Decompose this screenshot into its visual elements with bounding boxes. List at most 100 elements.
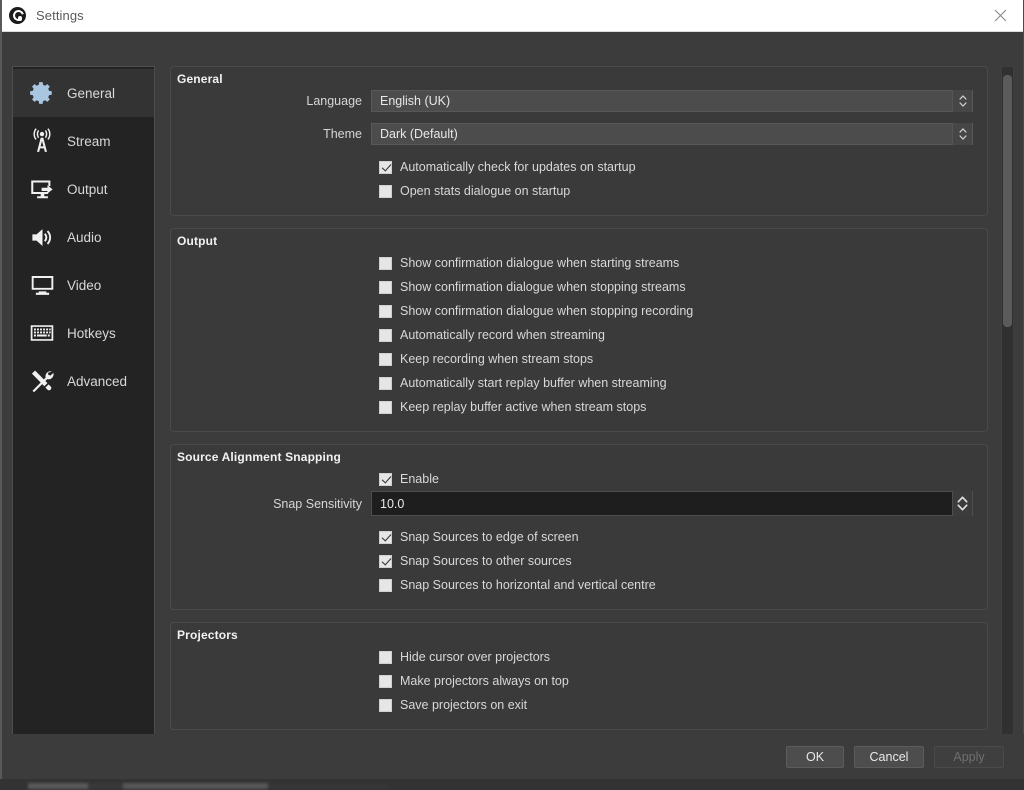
close-icon[interactable] — [977, 0, 1023, 31]
sidebar-item-label: General — [67, 85, 116, 101]
checkbox-row[interactable]: Automatically check for updates on start… — [185, 155, 973, 179]
sidebar-item-label: Output — [67, 181, 108, 197]
checkbox-unchecked-icon[interactable] — [379, 650, 392, 664]
settings-window: Settings General Stream Output Audio Video Ho… — [0, 0, 1024, 779]
group-title: Projectors — [177, 628, 238, 642]
combobox[interactable]: English (UK) — [371, 90, 973, 112]
checkbox-label: Automatically check for updates on start… — [400, 160, 636, 174]
spinbox-value: 10.0 — [380, 496, 405, 511]
form-row: Theme Dark (Default) — [185, 122, 973, 146]
combobox[interactable]: Dark (Default) — [371, 123, 973, 145]
sidebar-item-stream[interactable]: Stream — [13, 117, 154, 165]
checkbox-row[interactable]: Enable — [185, 467, 973, 491]
checkbox-unchecked-icon[interactable] — [379, 698, 392, 712]
checkbox-label: Open stats dialogue on startup — [400, 184, 571, 198]
sidebar-item-hotkeys[interactable]: Hotkeys — [13, 309, 154, 357]
form-row: Language English (UK) — [185, 89, 973, 113]
dialog-body: General Stream Output Audio Video Hotkeys Adva… — [2, 32, 1023, 779]
checkbox-row[interactable]: Make projectors always on top — [185, 669, 973, 693]
form-row: Snap Sensitivity 10.0 — [185, 491, 973, 516]
speaker-icon — [25, 222, 59, 252]
broadcast-icon — [25, 126, 59, 156]
checkbox-label: Make projectors always on top — [400, 674, 569, 688]
tools-icon — [25, 366, 59, 396]
window-title: Settings — [36, 8, 84, 23]
checkbox-row[interactable]: Keep recording when stream stops — [185, 347, 973, 371]
checkbox-unchecked-icon[interactable] — [379, 376, 392, 390]
checkbox-row[interactable]: Hide cursor over projectors — [185, 645, 973, 669]
checkbox-row[interactable]: Show confirmation dialogue when stopping… — [185, 275, 973, 299]
checkbox-label: Hide cursor over projectors — [400, 650, 551, 664]
group-title: Output — [177, 234, 218, 248]
checkbox-label: Save projectors on exit — [400, 698, 528, 712]
sidebar-item-label: Audio — [67, 229, 102, 245]
keyboard-icon — [25, 318, 59, 348]
content-scrollbar[interactable] — [1001, 66, 1014, 778]
sidebar-item-label: Hotkeys — [67, 325, 116, 341]
checkbox-row[interactable]: Automatically record when streaming — [185, 323, 973, 347]
desktop-bottom-strip — [0, 779, 1024, 790]
checkbox-unchecked-icon[interactable] — [379, 304, 392, 318]
checkbox-unchecked-icon[interactable] — [379, 280, 392, 294]
combobox-updown-icon[interactable] — [952, 90, 972, 112]
combobox-value: English (UK) — [380, 94, 451, 108]
checkbox-checked-icon[interactable] — [379, 160, 392, 174]
sidebar-item-label: Video — [67, 277, 102, 293]
checkbox-row[interactable]: Show confirmation dialogue when stopping… — [185, 299, 973, 323]
checkbox-row[interactable]: Keep replay buffer active when stream st… — [185, 395, 973, 419]
group-title: Source Alignment Snapping — [177, 450, 341, 464]
checkbox-row[interactable]: Automatically start replay buffer when s… — [185, 371, 973, 395]
spinbox-updown-icon[interactable] — [952, 491, 972, 516]
checkbox-label: Keep recording when stream stops — [400, 352, 594, 366]
obs-logo-icon — [9, 7, 26, 24]
group-box: Projectors Hide cursor over projectors Mak… — [170, 622, 988, 730]
combobox-value: Dark (Default) — [380, 127, 458, 141]
apply-button[interactable]: Apply — [934, 745, 1004, 768]
settings-content: General Language English (UK) Theme Dark (De… — [170, 66, 992, 778]
sidebar-item-label: Advanced — [67, 373, 128, 389]
checkbox-unchecked-icon[interactable] — [379, 328, 392, 342]
checkbox-checked-icon[interactable] — [379, 472, 392, 486]
title-bar: Settings — [2, 0, 1023, 32]
checkbox-row[interactable]: Show confirmation dialogue when starting… — [185, 251, 973, 275]
sidebar-item-video[interactable]: Video — [13, 261, 154, 309]
checkbox-row[interactable]: Snap Sources to other sources — [185, 549, 973, 573]
cancel-button[interactable]: Cancel — [854, 745, 924, 768]
group-box: General Language English (UK) Theme Dark (De… — [170, 66, 988, 216]
checkbox-unchecked-icon[interactable] — [379, 184, 392, 198]
group-title: General — [177, 72, 223, 86]
sidebar-item-output[interactable]: Output — [13, 165, 154, 213]
spinbox[interactable]: 10.0 — [371, 491, 973, 516]
sidebar-item-label: Stream — [67, 133, 111, 149]
checkbox-row[interactable]: Snap Sources to horizontal and vertical … — [185, 573, 973, 597]
checkbox-unchecked-icon[interactable] — [379, 352, 392, 366]
field-label: Snap Sensitivity — [273, 496, 362, 511]
checkbox-unchecked-icon[interactable] — [379, 674, 392, 688]
checkbox-label: Show confirmation dialogue when starting… — [400, 256, 680, 270]
blurred-taskbar-remnant — [28, 783, 388, 789]
sidebar-item-audio[interactable]: Audio — [13, 213, 154, 261]
checkbox-row[interactable]: Snap Sources to edge of screen — [185, 525, 973, 549]
checkbox-checked-icon[interactable] — [379, 554, 392, 568]
gear-icon — [25, 78, 59, 108]
group-box: Source Alignment Snapping Enable Snap Sens… — [170, 444, 988, 610]
scrollbar-thumb[interactable] — [1003, 75, 1012, 327]
checkbox-row[interactable]: Open stats dialogue on startup — [185, 179, 973, 203]
checkbox-unchecked-icon[interactable] — [379, 256, 392, 270]
sidebar-item-general[interactable]: General — [13, 69, 154, 117]
checkbox-label: Automatically start replay buffer when s… — [400, 376, 667, 390]
combobox-updown-icon[interactable] — [952, 123, 972, 145]
settings-sidebar: General Stream Output Audio Video Hotkeys Adva… — [12, 66, 155, 778]
ok-button[interactable]: OK — [786, 745, 844, 768]
checkbox-label: Enable — [400, 472, 439, 486]
checkbox-label: Show confirmation dialogue when stopping… — [400, 304, 694, 318]
sidebar-item-advanced[interactable]: Advanced — [13, 357, 154, 405]
checkbox-label: Show confirmation dialogue when stopping… — [400, 280, 686, 294]
field-label: Language — [306, 94, 362, 108]
checkbox-checked-icon[interactable] — [379, 530, 392, 544]
field-label: Theme — [323, 127, 362, 141]
checkbox-label: Snap Sources to other sources — [400, 554, 572, 568]
checkbox-unchecked-icon[interactable] — [379, 578, 392, 592]
checkbox-row[interactable]: Save projectors on exit — [185, 693, 973, 717]
checkbox-unchecked-icon[interactable] — [379, 400, 392, 414]
